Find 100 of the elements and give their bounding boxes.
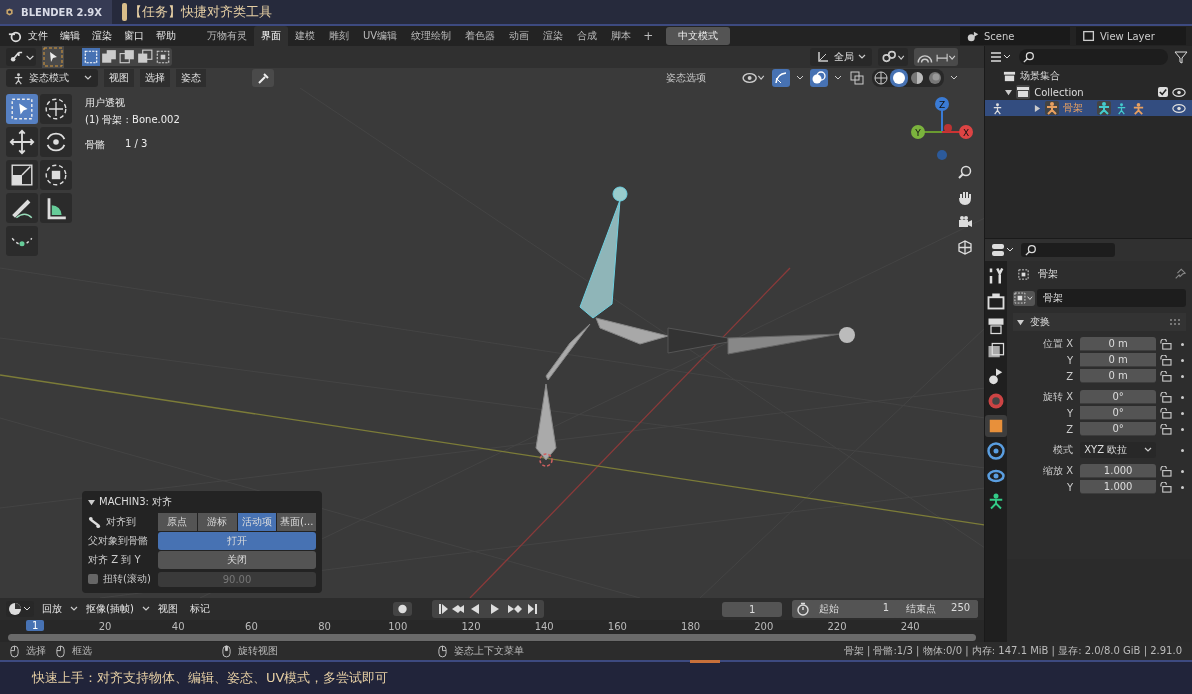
outliner-item[interactable]: 场景集合 bbox=[1020, 69, 1061, 83]
lock-icon[interactable] bbox=[1159, 407, 1173, 419]
blender-logo-icon[interactable] bbox=[8, 29, 22, 43]
workspace-tab[interactable]: 脚本 bbox=[604, 26, 639, 46]
cursor-tool-icon[interactable] bbox=[40, 94, 72, 124]
stopwatch-icon[interactable] bbox=[796, 602, 811, 616]
selection-mode-icon[interactable] bbox=[82, 48, 100, 66]
workspace-tab[interactable]: 着色器 bbox=[458, 26, 503, 46]
rotate-tool-icon[interactable] bbox=[40, 127, 72, 157]
checkbox[interactable] bbox=[88, 574, 98, 584]
xray-toggle-icon[interactable] bbox=[848, 69, 867, 87]
language-button[interactable]: 中文模式 bbox=[666, 27, 731, 45]
editor-type-icon[interactable] bbox=[6, 48, 36, 66]
caret-icon[interactable] bbox=[796, 75, 805, 81]
value-field[interactable]: 0° bbox=[1080, 390, 1157, 404]
shading-mode-icon[interactable] bbox=[872, 69, 891, 87]
current-frame-field[interactable]: 1 bbox=[722, 601, 783, 617]
eyedropper-icon[interactable] bbox=[252, 69, 274, 87]
caret-icon[interactable] bbox=[84, 75, 92, 81]
workspace-tab[interactable]: 渲染 bbox=[536, 26, 571, 46]
keyframe-dot[interactable] bbox=[1181, 427, 1185, 431]
rotation-mode-dropdown[interactable]: XYZ 欧拉 bbox=[1080, 442, 1157, 458]
timeline-scrollbar[interactable] bbox=[8, 634, 977, 641]
keyframe-dot[interactable] bbox=[1181, 342, 1185, 346]
lock-icon[interactable] bbox=[1159, 354, 1173, 366]
gizmo-toggle-icon[interactable] bbox=[772, 69, 791, 87]
axis-gizmo[interactable]: Z Y X bbox=[908, 92, 979, 162]
keyframe-dot[interactable] bbox=[1181, 358, 1185, 362]
viewport-menu[interactable]: 姿态 bbox=[176, 69, 206, 87]
menu-item[interactable]: 窗口 bbox=[118, 29, 150, 43]
proportional-editing-icon[interactable] bbox=[914, 48, 959, 66]
menu-item[interactable]: 编辑 bbox=[54, 29, 86, 43]
checkbox[interactable] bbox=[1158, 87, 1168, 97]
timeline-menu[interactable]: 视图 bbox=[153, 600, 182, 618]
caret-icon[interactable] bbox=[70, 606, 78, 612]
object-name-field[interactable]: 骨架 bbox=[1037, 289, 1186, 307]
select-tool-icon[interactable] bbox=[6, 94, 38, 124]
align-target-option[interactable]: 活动项 bbox=[237, 513, 277, 531]
keyframe-dot[interactable] bbox=[1181, 411, 1185, 415]
move-tool-icon[interactable] bbox=[6, 127, 38, 157]
workspace-tab[interactable]: 万物有灵 bbox=[200, 26, 254, 46]
pivot-point-icon[interactable] bbox=[878, 48, 909, 66]
view-layer-icon[interactable] bbox=[1082, 29, 1096, 43]
overlays-toggle-icon[interactable] bbox=[810, 69, 829, 87]
value-field[interactable]: 0° bbox=[1080, 406, 1157, 420]
expand-toggle[interactable] bbox=[1005, 88, 1013, 96]
relax-tool-icon[interactable] bbox=[6, 226, 38, 256]
selection-mode-icon[interactable] bbox=[100, 48, 118, 66]
camera-icon[interactable] bbox=[957, 214, 974, 230]
scene-icon[interactable] bbox=[966, 29, 980, 43]
search-field[interactable] bbox=[1019, 49, 1168, 65]
expand-toggle[interactable] bbox=[1034, 104, 1042, 112]
drag-handle-icon[interactable] bbox=[1170, 319, 1182, 325]
menu-item[interactable]: 渲染 bbox=[86, 29, 118, 43]
workspace-tab[interactable]: 雕刻 bbox=[322, 26, 356, 46]
physics-properties-tab[interactable] bbox=[985, 440, 1008, 462]
object-properties-tab[interactable] bbox=[985, 415, 1008, 437]
workspace-tab[interactable]: 纹理绘制 bbox=[404, 26, 459, 46]
measure-tool-icon[interactable] bbox=[40, 193, 72, 223]
value-field[interactable]: 1.000 bbox=[1080, 464, 1157, 478]
toggle-button[interactable]: 关闭 bbox=[158, 551, 316, 569]
workspace-tab[interactable]: 建模 bbox=[288, 26, 322, 46]
eye-icon[interactable] bbox=[1172, 86, 1186, 98]
current-frame-marker[interactable]: 1 bbox=[26, 620, 45, 631]
value-field[interactable]: 1.000 bbox=[1080, 480, 1157, 494]
annotate-tool-icon[interactable] bbox=[6, 193, 38, 223]
timeline-menu[interactable]: 标记 bbox=[185, 600, 214, 618]
visibility-icon[interactable] bbox=[742, 70, 767, 86]
value-field[interactable]: 0 m bbox=[1080, 337, 1157, 351]
record-button[interactable] bbox=[392, 602, 412, 616]
lock-icon[interactable] bbox=[1159, 338, 1173, 350]
lock-icon[interactable] bbox=[1159, 391, 1173, 403]
caret-icon[interactable] bbox=[1144, 447, 1153, 453]
object-dropdown[interactable] bbox=[1013, 290, 1036, 306]
viewport-menu[interactable]: 视图 bbox=[104, 69, 134, 87]
shading-mode-icon[interactable] bbox=[890, 69, 909, 87]
keyframe-dot[interactable] bbox=[1181, 448, 1185, 452]
mode-dropdown[interactable]: 姿态模式 bbox=[6, 69, 98, 87]
menu-item[interactable]: 文件 bbox=[22, 29, 54, 43]
pin-icon[interactable] bbox=[1174, 268, 1186, 280]
editor-type-icon[interactable] bbox=[991, 242, 1016, 258]
keyframe-dot[interactable] bbox=[1181, 485, 1185, 489]
expand-toggle[interactable] bbox=[1017, 318, 1025, 326]
workspace-tab[interactable]: 动画 bbox=[502, 26, 537, 46]
keyframe-dot[interactable] bbox=[1181, 469, 1185, 473]
keyframe-dot[interactable] bbox=[1181, 374, 1185, 378]
workspace-tab[interactable]: 界面 bbox=[254, 26, 288, 46]
lock-icon[interactable] bbox=[1159, 370, 1173, 382]
selection-mode-icon[interactable] bbox=[136, 48, 154, 66]
transform-tool-icon[interactable] bbox=[40, 160, 72, 190]
value-field[interactable]: 0° bbox=[1080, 422, 1157, 436]
align-target-option[interactable]: 基面(... bbox=[277, 513, 316, 531]
value-field[interactable]: 0 m bbox=[1080, 369, 1157, 383]
timeline-menu[interactable]: 回放 bbox=[38, 600, 66, 618]
transform-orientation-dropdown[interactable]: 全局 bbox=[810, 48, 873, 66]
expand-toggle[interactable] bbox=[88, 498, 95, 506]
caret-icon[interactable] bbox=[834, 75, 843, 81]
hand-icon[interactable] bbox=[957, 189, 974, 205]
eye-icon[interactable] bbox=[1172, 102, 1186, 114]
keyframe-dot[interactable] bbox=[1181, 395, 1185, 399]
